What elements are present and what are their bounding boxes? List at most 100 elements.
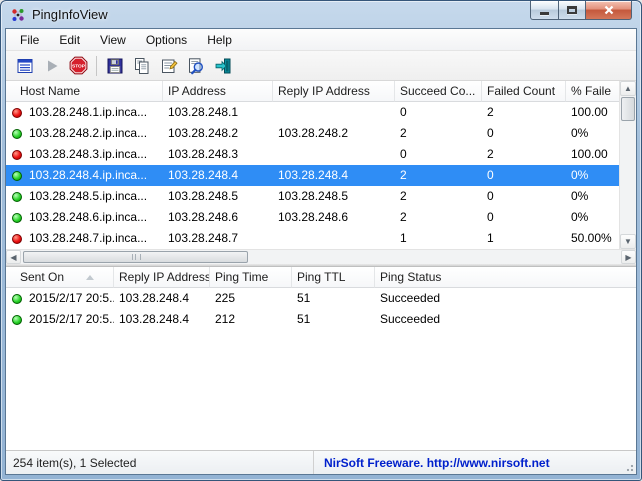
ping-status-icon [12,315,22,325]
table-row[interactable]: 103.28.248.1.ip.inca... 103.28.248.1 0 2… [6,102,619,123]
window-title: PingInfoView [32,7,108,22]
resize-grip-icon[interactable] [624,462,634,472]
hosts-table: Host Name IP Address Reply IP Address Su… [6,81,636,264]
column-header-sent-on[interactable]: Sent On [6,267,114,288]
pct-failed: 0% [566,186,619,207]
column-header-host-name[interactable]: Host Name [6,81,163,102]
menu-options[interactable]: Options [136,30,197,50]
copy-icon [132,56,152,76]
reply-ip: 103.28.248.4 [273,165,395,186]
column-header-succeed-count[interactable]: Succeed Co... [395,81,482,102]
column-header-failed-count[interactable]: Failed Count [482,81,566,102]
vertical-scrollbar[interactable]: ▲ ▼ [619,81,636,249]
table-row-selected[interactable]: 103.28.248.4.ip.inca... 103.28.248.4 103… [6,165,619,186]
succeed-count: 2 [395,207,482,228]
host-status-icon [12,108,22,118]
host-status-icon [12,129,22,139]
horizontal-scrollbar[interactable]: ◀ ▶ [6,249,636,264]
column-header-reply-ip[interactable]: Reply IP Address [273,81,395,102]
pct-failed: 100.00 [566,144,619,165]
column-header-ping-time[interactable]: Ping Time [210,267,292,288]
save-button[interactable] [101,53,128,78]
host-status-icon [12,234,22,244]
stop-icon: STOP [68,55,89,76]
column-header-ping-status[interactable]: Ping Status [375,267,636,288]
find-button[interactable] [182,53,209,78]
table-row[interactable]: 103.28.248.6.ip.inca... 103.28.248.6 103… [6,207,619,228]
ping-row[interactable]: 2015/2/17 20:5... 103.28.248.4 212 51 Su… [6,309,636,330]
ping-ttl: 51 [292,288,375,309]
exit-button[interactable] [209,53,236,78]
scroll-up-icon[interactable]: ▲ [620,81,636,96]
find-icon [186,56,206,76]
maximize-button[interactable] [559,1,586,20]
sent-on: 2015/2/17 20:5... [29,309,114,330]
host-name: 103.28.248.7.ip.inca... [29,228,147,249]
app-window: PingInfoView File Edit View Options Help [0,0,642,481]
table-row[interactable]: 103.28.248.5.ip.inca... 103.28.248.5 103… [6,186,619,207]
column-header-ping-ttl[interactable]: Ping TTL [292,267,375,288]
scroll-left-icon[interactable]: ◀ [6,250,21,264]
table-row[interactable]: 103.28.248.7.ip.inca... 103.28.248.7 1 1… [6,228,619,249]
host-name: 103.28.248.1.ip.inca... [29,102,147,123]
succeed-count: 2 [395,123,482,144]
toolbar: STOP [6,51,636,81]
titlebar[interactable]: PingInfoView [1,1,641,28]
host-status-icon [12,150,22,160]
host-name: 103.28.248.5.ip.inca... [29,186,147,207]
menu-help[interactable]: Help [197,30,242,50]
menu-edit[interactable]: Edit [49,30,90,50]
reply-ip: 103.28.248.6 [273,207,395,228]
minimize-button[interactable] [530,1,559,20]
play-icon [42,56,62,76]
nirsoft-link[interactable]: NirSoft Freeware. http://www.nirsoft.net [324,456,550,470]
save-icon [105,56,125,76]
pct-failed: 0% [566,207,619,228]
close-button[interactable] [586,1,632,20]
menu-view[interactable]: View [90,30,136,50]
succeed-count: 1 [395,228,482,249]
pct-failed: 50.00% [566,228,619,249]
scroll-right-icon[interactable]: ▶ [621,250,636,264]
vertical-scroll-thumb[interactable] [621,97,635,121]
report-button[interactable] [11,53,38,78]
pct-failed: 100.00 [566,102,619,123]
scroll-down-icon[interactable]: ▼ [620,234,636,249]
reply-ip: 103.28.248.4 [114,309,210,330]
pct-failed: 0% [566,123,619,144]
ip-address: 103.28.248.7 [163,228,273,249]
horizontal-scroll-thumb[interactable] [23,251,248,263]
table-row[interactable]: 103.28.248.3.ip.inca... 103.28.248.3 0 2… [6,144,619,165]
exit-icon [213,56,233,76]
host-name: 103.28.248.6.ip.inca... [29,207,147,228]
column-header-ip-address[interactable]: IP Address [163,81,273,102]
reply-ip [273,102,395,123]
run-button[interactable] [38,53,65,78]
stop-button[interactable]: STOP [65,53,92,78]
menu-file[interactable]: File [10,30,49,50]
ip-address: 103.28.248.1 [163,102,273,123]
status-items-count: 254 item(s), 1 Selected [6,451,314,474]
failed-count: 1 [482,228,566,249]
ip-address: 103.28.248.5 [163,186,273,207]
svg-text:STOP: STOP [72,63,86,69]
menu-bar: File Edit View Options Help [6,29,636,51]
copy-button[interactable] [128,53,155,78]
column-header-reply-ip[interactable]: Reply IP Address [114,267,210,288]
ping-status: Succeeded [375,309,636,330]
host-name: 103.28.248.3.ip.inca... [29,144,147,165]
reply-ip: 103.28.248.4 [114,288,210,309]
properties-icon [159,56,179,76]
ping-row[interactable]: 2015/2/17 20:5... 103.28.248.4 225 51 Su… [6,288,636,309]
column-header-pct-failed[interactable]: % Faile [566,81,619,102]
succeed-count: 0 [395,144,482,165]
failed-count: 2 [482,144,566,165]
properties-button[interactable] [155,53,182,78]
status-bar: 254 item(s), 1 Selected NirSoft Freeware… [6,450,636,474]
pings-table: Sent On Reply IP Address Ping Time Ping … [6,267,636,450]
succeed-count: 2 [395,165,482,186]
table-row[interactable]: 103.28.248.2.ip.inca... 103.28.248.2 103… [6,123,619,144]
succeed-count: 0 [395,102,482,123]
pct-failed: 0% [566,165,619,186]
ping-status: Succeeded [375,288,636,309]
